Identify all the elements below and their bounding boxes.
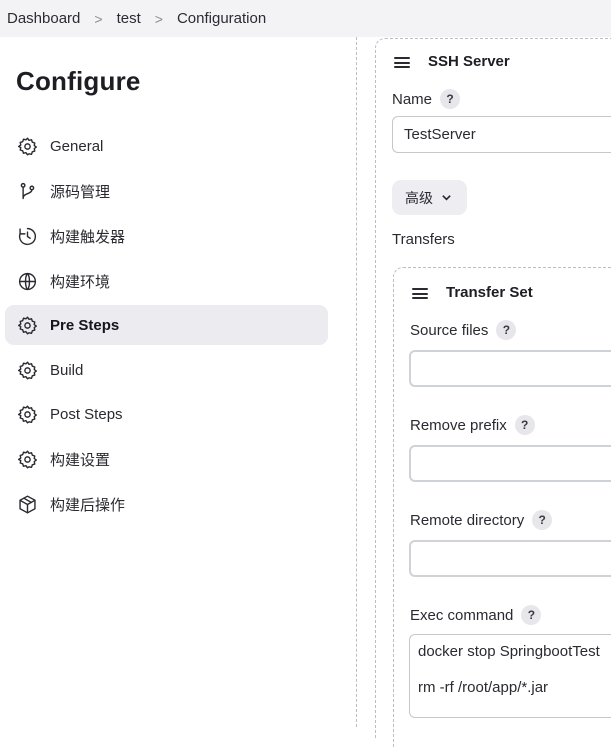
sidebar-item-label: Post Steps — [50, 405, 123, 423]
gear-icon — [16, 403, 38, 425]
sidebar-item-build-settings[interactable]: 构建设置 — [5, 439, 328, 479]
name-label: Name ? — [392, 89, 461, 109]
sidebar-item-post-steps[interactable]: Post Steps — [5, 394, 328, 434]
advanced-button[interactable]: 高级 — [392, 180, 467, 215]
remove-prefix-label: Remove prefix ? — [410, 415, 535, 435]
sidebar: Configure General 源码管理 构建触发器 构建环境 Pre St… — [0, 37, 340, 727]
globe-icon — [16, 270, 38, 292]
name-label-text: Name — [392, 90, 433, 108]
help-icon[interactable]: ? — [496, 320, 517, 340]
breadcrumb-configuration[interactable]: Configuration — [177, 10, 266, 27]
exec-command-line: docker stop SpringbootTest — [418, 643, 600, 660]
sidebar-item-general[interactable]: General — [5, 126, 328, 166]
name-input-value: TestServer — [404, 126, 476, 143]
sidebar-item-build-environment[interactable]: 构建环境 — [5, 261, 328, 301]
help-icon[interactable]: ? — [532, 510, 553, 530]
package-icon — [16, 493, 38, 515]
chevron-down-icon — [442, 195, 451, 201]
remove-prefix-label-text: Remove prefix — [410, 416, 507, 434]
exec-command-label-text: Exec command — [410, 606, 514, 624]
sidebar-item-label: General — [50, 137, 104, 155]
gear-icon — [16, 448, 38, 470]
source-files-input[interactable] — [409, 350, 611, 387]
sidebar-item-pre-steps[interactable]: Pre Steps — [5, 305, 328, 345]
advanced-button-label: 高级 — [405, 189, 433, 206]
clock-icon — [16, 225, 38, 247]
source-files-label: Source files ? — [410, 320, 517, 340]
gear-icon — [16, 135, 38, 157]
sidebar-item-build-triggers[interactable]: 构建触发器 — [5, 216, 328, 256]
sidebar-item-source-control[interactable]: 源码管理 — [5, 171, 328, 211]
sidebar-item-label: 源码管理 — [50, 183, 111, 201]
breadcrumb: Dashboard > test > Configuration — [0, 0, 611, 37]
breadcrumb-dashboard[interactable]: Dashboard — [7, 10, 80, 27]
sidebar-item-label: 构建触发器 — [50, 228, 126, 246]
page-title: Configure — [16, 66, 141, 96]
exec-command-line — [418, 661, 611, 679]
gear-icon — [16, 359, 38, 381]
breadcrumb-test[interactable]: test — [117, 10, 141, 27]
branch-icon — [16, 180, 38, 202]
gear-icon — [16, 314, 38, 336]
drag-handle-icon[interactable] — [394, 57, 410, 68]
remote-directory-label-text: Remote directory — [410, 511, 525, 529]
source-files-label-text: Source files — [410, 321, 489, 339]
sidebar-item-label: Pre Steps — [50, 316, 120, 334]
help-icon[interactable]: ? — [521, 605, 542, 625]
exec-command-textarea[interactable]: docker stop SpringbootTest rm -rf /root/… — [409, 634, 611, 718]
help-icon[interactable]: ? — [440, 89, 461, 109]
section-divider — [356, 37, 357, 727]
help-icon[interactable]: ? — [514, 415, 535, 435]
exec-command-line: rm -rf /root/app/*.jar — [418, 679, 549, 696]
transfer-set-title: Transfer Set — [446, 284, 533, 301]
remote-directory-input[interactable] — [409, 540, 611, 577]
exec-command-label: Exec command ? — [410, 605, 542, 625]
sidebar-item-post-build-actions[interactable]: 构建后操作 — [5, 484, 328, 524]
chevron-right-icon: > — [154, 10, 163, 27]
remote-directory-label: Remote directory ? — [410, 510, 553, 530]
remove-prefix-input[interactable] — [409, 445, 611, 482]
chevron-right-icon: > — [94, 10, 103, 27]
ssh-server-title: SSH Server — [428, 53, 510, 70]
sidebar-item-label: 构建设置 — [50, 451, 111, 469]
sidebar-item-label: 构建环境 — [50, 273, 111, 291]
drag-handle-icon[interactable] — [412, 288, 428, 299]
transfers-label: Transfers — [392, 231, 455, 248]
sidebar-item-build[interactable]: Build — [5, 350, 328, 390]
sidebar-item-label: Build — [50, 361, 84, 379]
sidebar-item-label: 构建后操作 — [50, 496, 126, 514]
name-input[interactable]: TestServer — [392, 116, 611, 153]
